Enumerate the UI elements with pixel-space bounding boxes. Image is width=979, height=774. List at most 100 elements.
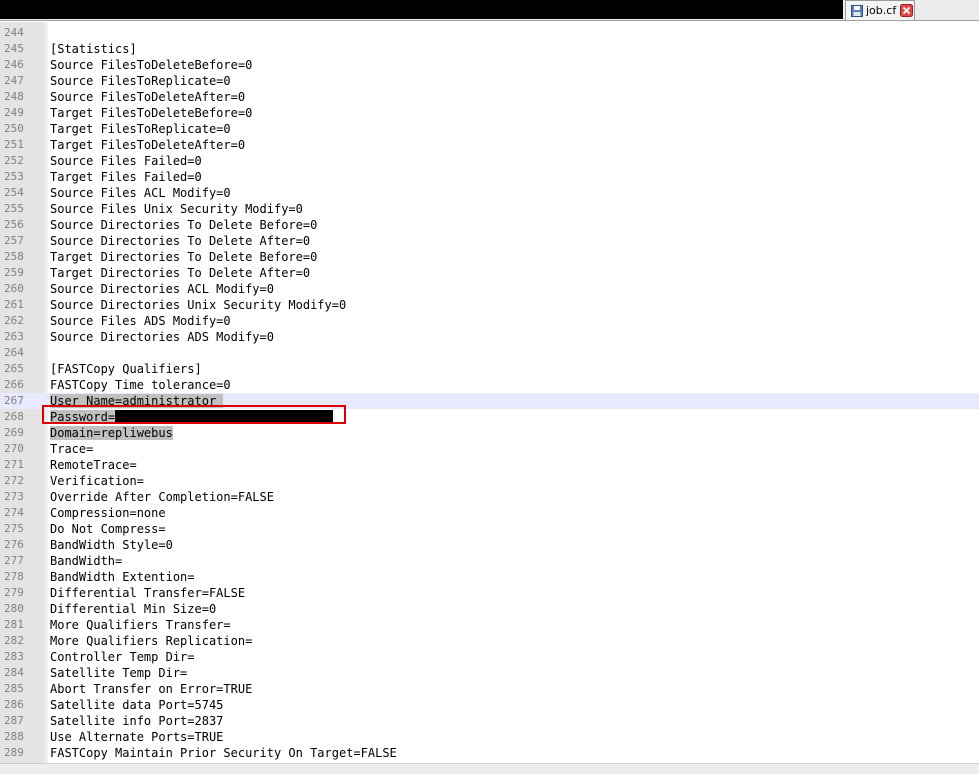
editor-line[interactable]: 283 Controller Temp Dir= — [0, 649, 979, 665]
editor-line[interactable]: 254 Source Files ACL Modify=0 — [0, 185, 979, 201]
line-text[interactable]: Target Directories To Delete Before=0 — [50, 249, 317, 265]
editor-line[interactable]: 282 More Qualifiers Replication= — [0, 633, 979, 649]
line-text[interactable]: Compression=none — [50, 505, 166, 521]
editor-line[interactable]: 268 Password= — [0, 409, 979, 425]
line-text[interactable]: Source Directories ACL Modify=0 — [50, 281, 274, 297]
line-text[interactable]: Source FilesToDeleteAfter=0 — [50, 89, 245, 105]
line-text[interactable]: Source Directories To Delete After=0 — [50, 233, 310, 249]
tab-job-cf[interactable]: job.cf — [845, 0, 915, 20]
editor-line[interactable]: 278 BandWidth Extention= — [0, 569, 979, 585]
editor-line[interactable]: 265 [FASTCopy Qualifiers] — [0, 361, 979, 377]
text-content: Verification= — [50, 474, 144, 488]
editor-line[interactable]: 258 Target Directories To Delete Before=0 — [0, 249, 979, 265]
editor-line[interactable]: 248 Source FilesToDeleteAfter=0 — [0, 89, 979, 105]
line-text[interactable]: Source Files ADS Modify=0 — [50, 313, 231, 329]
editor-line[interactable]: 271 RemoteTrace= — [0, 457, 979, 473]
editor-line[interactable]: 251 Target FilesToDeleteAfter=0 — [0, 137, 979, 153]
line-text[interactable]: Source Files ACL Modify=0 — [50, 185, 231, 201]
line-text[interactable]: Target Directories To Delete After=0 — [50, 265, 310, 281]
line-text[interactable]: Do Not Compress= — [50, 521, 166, 537]
line-text[interactable]: Satellite Temp Dir= — [50, 665, 187, 681]
line-text[interactable]: Differential Transfer=FALSE — [50, 585, 245, 601]
line-number: 252 — [4, 154, 24, 167]
line-text[interactable]: Target Files Failed=0 — [50, 169, 202, 185]
editor-line[interactable]: 267 User Name=administrator — [0, 393, 979, 409]
editor-line[interactable]: 250 Target FilesToReplicate=0 — [0, 121, 979, 137]
line-text[interactable]: Target FilesToReplicate=0 — [50, 121, 231, 137]
editor-line[interactable]: 249 Target FilesToDeleteBefore=0 — [0, 105, 979, 121]
line-text[interactable]: Source Files Failed=0 — [50, 153, 202, 169]
close-icon[interactable] — [900, 4, 914, 17]
line-text[interactable]: BandWidth Style=0 — [50, 537, 173, 553]
line-text[interactable]: Trace= — [50, 441, 93, 457]
line-text[interactable]: Source Directories To Delete Before=0 — [50, 217, 317, 233]
editor-line[interactable]: 272 Verification= — [0, 473, 979, 489]
line-text[interactable]: Verification= — [50, 473, 144, 489]
editor-line[interactable]: 256 Source Directories To Delete Before=0 — [0, 217, 979, 233]
line-text[interactable]: Differential Min Size=0 — [50, 601, 216, 617]
line-text[interactable]: User Name=administrator — [50, 393, 224, 409]
editor-line[interactable]: 257 Source Directories To Delete After=0 — [0, 233, 979, 249]
line-text[interactable]: Source FilesToDeleteBefore=0 — [50, 57, 252, 73]
line-text[interactable]: BandWidth= — [50, 553, 122, 569]
editor-line[interactable]: 259 Target Directories To Delete After=0 — [0, 265, 979, 281]
line-text[interactable]: Password= — [50, 409, 334, 425]
line-text[interactable]: More Qualifiers Replication= — [50, 633, 252, 649]
line-text[interactable]: Use Alternate Ports=TRUE — [50, 729, 223, 745]
editor-line[interactable]: 274 Compression=none — [0, 505, 979, 521]
line-text[interactable]: Source Directories ADS Modify=0 — [50, 329, 274, 345]
editor-line[interactable]: 279 Differential Transfer=FALSE — [0, 585, 979, 601]
editor-line[interactable]: 260 Source Directories ACL Modify=0 — [0, 281, 979, 297]
line-text[interactable]: Satellite data Port=5745 — [50, 697, 223, 713]
editor-line[interactable]: 275 Do Not Compress= — [0, 521, 979, 537]
editor-line[interactable]: 270 Trace= — [0, 441, 979, 457]
editor-line[interactable]: 277 BandWidth= — [0, 553, 979, 569]
text-editor[interactable]: 244 245 [Statistics] 246 Source FilesToDelet… — [0, 22, 979, 773]
editor-line[interactable]: 245 [Statistics] — [0, 41, 979, 57]
editor-line[interactable]: 263 Source Directories ADS Modify=0 — [0, 329, 979, 345]
line-text[interactable]: Target FilesToDeleteAfter=0 — [50, 137, 245, 153]
text-content: Target FilesToReplicate=0 — [50, 122, 231, 136]
editor-line[interactable]: 280 Differential Min Size=0 — [0, 601, 979, 617]
editor-line[interactable]: 273 Override After Completion=FALSE — [0, 489, 979, 505]
editor-line[interactable]: 247 Source FilesToReplicate=0 — [0, 73, 979, 89]
editor-line[interactable]: 252 Source Files Failed=0 — [0, 153, 979, 169]
editor-line[interactable]: 253 Target Files Failed=0 — [0, 169, 979, 185]
editor-line[interactable]: 289 FASTCopy Maintain Prior Security On T… — [0, 745, 979, 761]
line-text[interactable]: FASTCopy Maintain Prior Security On Targ… — [50, 745, 397, 761]
line-text[interactable]: FASTCopy Time tolerance=0 — [50, 377, 231, 393]
line-text[interactable]: Source Files Unix Security Modify=0 — [50, 201, 303, 217]
line-text[interactable]: Controller Temp Dir= — [50, 649, 195, 665]
editor-line[interactable]: 285 Abort Transfer on Error=TRUE — [0, 681, 979, 697]
editor-line[interactable]: 264 — [0, 345, 979, 361]
line-text[interactable]: More Qualifiers Transfer= — [50, 617, 231, 633]
horizontal-scrollbar[interactable] — [0, 763, 979, 774]
text-content: Target Directories To Delete Before=0 — [50, 250, 318, 264]
editor-line[interactable]: 266 FASTCopy Time tolerance=0 — [0, 377, 979, 393]
line-text[interactable]: [Statistics] — [50, 41, 137, 57]
line-text[interactable]: Satellite info Port=2837 — [50, 713, 223, 729]
editor-line[interactable]: 255 Source Files Unix Security Modify=0 — [0, 201, 979, 217]
editor-line[interactable]: 269 Domain=repliwebus — [0, 425, 979, 441]
editor-line[interactable]: 276 BandWidth Style=0 — [0, 537, 979, 553]
line-number: 265 — [4, 362, 24, 375]
editor-line[interactable]: 284 Satellite Temp Dir= — [0, 665, 979, 681]
line-text[interactable]: Override After Completion=FALSE — [50, 489, 274, 505]
line-number: 257 — [4, 234, 24, 247]
line-text[interactable]: Source FilesToReplicate=0 — [50, 73, 231, 89]
editor-line[interactable]: 287 Satellite info Port=2837 — [0, 713, 979, 729]
editor-line[interactable]: 288 Use Alternate Ports=TRUE — [0, 729, 979, 745]
line-text[interactable]: [FASTCopy Qualifiers] — [50, 361, 202, 377]
editor-line[interactable]: 244 — [0, 25, 979, 41]
editor-line[interactable]: 246 Source FilesToDeleteBefore=0 — [0, 57, 979, 73]
line-text[interactable]: BandWidth Extention= — [50, 569, 195, 585]
line-text[interactable]: Target FilesToDeleteBefore=0 — [50, 105, 252, 121]
editor-line[interactable]: 286 Satellite data Port=5745 — [0, 697, 979, 713]
line-text[interactable]: RemoteTrace= — [50, 457, 137, 473]
line-text[interactable]: Domain=repliwebus — [50, 425, 173, 441]
line-text[interactable]: Source Directories Unix Security Modify=… — [50, 297, 346, 313]
line-text[interactable]: Abort Transfer on Error=TRUE — [50, 681, 252, 697]
editor-line[interactable]: 281 More Qualifiers Transfer= — [0, 617, 979, 633]
editor-line[interactable]: 262 Source Files ADS Modify=0 — [0, 313, 979, 329]
editor-line[interactable]: 261 Source Directories Unix Security Modi… — [0, 297, 979, 313]
